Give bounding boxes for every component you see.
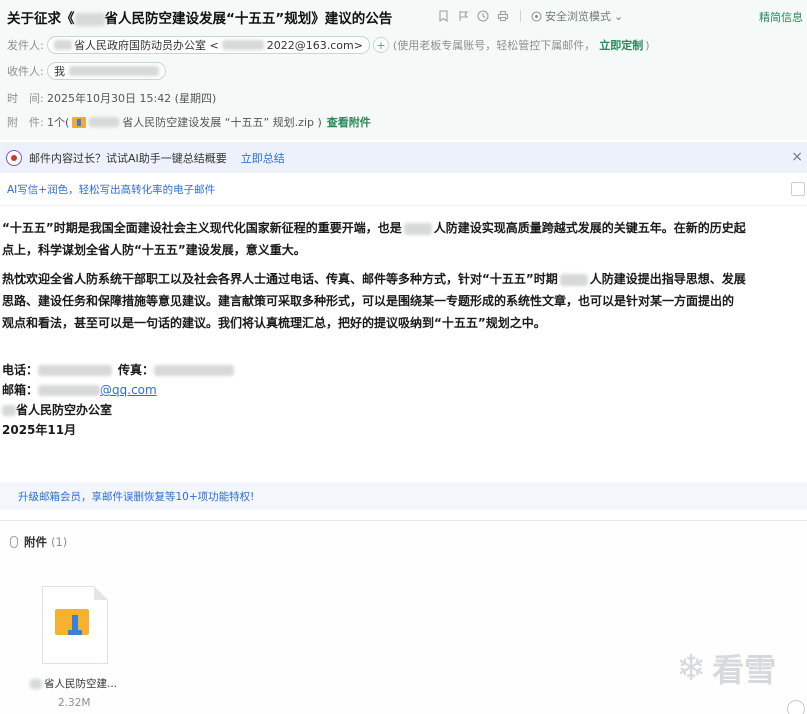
fax-label: 传真： xyxy=(118,363,155,377)
attachment-name[interactable]: 省人民防空建... xyxy=(30,676,117,691)
attach-label: 附 件: xyxy=(7,116,44,129)
attachment-card[interactable] xyxy=(42,586,108,664)
print-icon[interactable] xyxy=(496,9,510,23)
expand-icon[interactable] xyxy=(791,182,805,196)
shield-icon xyxy=(531,11,542,21)
summarize-now-link[interactable]: 立即总结 xyxy=(241,150,285,166)
zip-folder-icon-base xyxy=(68,630,82,635)
time-label: 时 间: xyxy=(7,92,44,105)
sender-email: 2022@163.com> xyxy=(266,38,363,52)
clock-icon[interactable] xyxy=(476,9,490,23)
redacted-region xyxy=(2,404,16,416)
org-row: 省人民防空办公室 xyxy=(2,400,234,420)
add-contact-button[interactable]: + xyxy=(372,37,389,53)
from-row: 发件人: 省人民政府国防动员办公室 <2022@163.com> + (使用老板… xyxy=(7,36,650,54)
contact-info: 电话： 传真： 邮箱： @qq.com 省人民防空办公室 2025年11月 xyxy=(2,360,235,440)
ai-write-bar: AI写信+润色，轻松写出高转化率的电子邮件 xyxy=(0,173,807,206)
simplified-info-toggle[interactable]: 精简信息 xyxy=(759,9,803,25)
redacted-region xyxy=(154,364,235,376)
time-row: 时 间: 2025年10月30日 15:42 (星期四) xyxy=(7,90,216,106)
time-value: 2025年10月30日 15:42 (星期四) xyxy=(47,92,217,105)
bookmark-icon[interactable] xyxy=(436,9,450,23)
paragraph-2: 热忱欢迎全省人防系统干部职工以及社会各界人士通过电话、传真、邮件等多种方式，针对… xyxy=(2,268,807,334)
attachment-size: 2.32M xyxy=(58,697,91,709)
body-text: 点上，科学谋划全省人防“十五五”建设发展，意义重大。 xyxy=(2,243,306,257)
flag-icon[interactable] xyxy=(456,9,470,23)
attachment-name-text: 省人民防空建... xyxy=(44,678,118,690)
mail-header: 关于征求《 省人民防空建设发展“十五五”规划》建议的公告 安全浏览模式 ⌄ 精简信… xyxy=(0,0,807,139)
redacted-region xyxy=(38,384,101,396)
attachments-title: 附件 xyxy=(24,535,47,549)
snowflake-icon: ❄ xyxy=(676,647,707,689)
zip-file-icon xyxy=(72,116,87,128)
watermark-text: 看雪 xyxy=(712,651,777,689)
from-label: 发件人: xyxy=(7,39,44,52)
redacted-region xyxy=(74,12,105,26)
recipient-chip[interactable]: 我 xyxy=(47,62,166,80)
attachments-count: (1) xyxy=(51,535,68,549)
from-note-end: ) xyxy=(645,38,650,52)
to-label: 收件人: xyxy=(7,65,44,78)
paperclip-icon xyxy=(10,536,18,548)
redacted-region xyxy=(559,273,588,286)
redacted-region xyxy=(38,364,113,376)
to-row: 收件人: 我 xyxy=(7,62,166,80)
body-text: 人防建设提出指导思想、发展 xyxy=(589,272,746,286)
attach-filename[interactable]: 省人民防空建设发展 “十五五” 规划.zip ) xyxy=(122,114,322,130)
safe-mode-dropdown[interactable]: 安全浏览模式 ⌄ xyxy=(531,8,623,24)
email-link[interactable]: @qq.com xyxy=(100,380,157,400)
zip-folder-icon-stripe xyxy=(72,615,78,631)
phone-fax-row: 电话： 传真： xyxy=(2,360,235,380)
attach-row: 附 件: 1个( 省人民防空建设发展 “十五五” 规划.zip ) 查看附件 xyxy=(7,114,371,130)
upgrade-link[interactable]: 升级邮箱会员，享邮件误删恢复等10+项功能特权! xyxy=(18,489,254,504)
chevron-down-icon: ⌄ xyxy=(614,9,624,23)
subject-toolbar: 安全浏览模式 ⌄ xyxy=(436,8,623,24)
email-row: 邮箱： @qq.com xyxy=(2,380,234,400)
safe-mode-label: 安全浏览模式 xyxy=(545,10,611,23)
signature-date: 2025年11月 xyxy=(2,423,77,437)
body-text: 人防建设实现高质量跨越式发展的关键五年。在新的历史起 xyxy=(433,221,746,235)
ai-summary-text: 邮件内容过长？试试AI助手一键总结概要 xyxy=(29,151,227,165)
org-name: 省人民防空办公室 xyxy=(16,403,113,417)
attachments-header: 附件 (1) xyxy=(10,534,67,550)
ai-assistant-icon xyxy=(6,149,22,166)
mail-subject: 关于征求《 省人民防空建设发展“十五五”规划》建议的公告 xyxy=(7,7,392,27)
redacted-region xyxy=(69,66,159,76)
customize-link[interactable]: 立即定制 xyxy=(599,37,643,53)
redacted-region xyxy=(89,117,120,127)
body-text: 热忱欢迎全省人防系统干部职工以及社会各界人士通过电话、传真、邮件等多种方式，针对… xyxy=(2,272,558,286)
paragraph-1: “十五五”时期是我国全面建设社会主义现代化国家新征程的重要开端，也是 人防建设实现… xyxy=(2,217,807,261)
redacted-region xyxy=(54,40,72,50)
redacted-region xyxy=(30,678,42,689)
subject-suffix: 省人民防空建设发展“十五五”规划》建议的公告 xyxy=(104,11,393,27)
ai-write-link[interactable]: AI写信+润色，轻松写出高转化率的电子邮件 xyxy=(7,182,215,197)
phone-label: 电话： xyxy=(2,363,39,377)
scroll-top-button[interactable] xyxy=(787,700,805,714)
body-text: “十五五”时期是我国全面建设社会主义现代化国家新征程的重要开端，也是 xyxy=(2,221,402,235)
attach-count: 1个( xyxy=(47,116,70,129)
view-attachments-link[interactable]: 查看附件 xyxy=(327,114,371,130)
body-text: 思路、建设任务和保障措施等意见建议。建言献策可采取多种形式，可以是围绕某一专题形… xyxy=(2,294,735,308)
from-note: (使用老板专属账号，轻松管控下属邮件， xyxy=(392,39,596,52)
mail-body: “十五五”时期是我国全面建设社会主义现代化国家新征程的重要开端，也是 人防建设实现… xyxy=(2,217,807,341)
email-label: 邮箱： xyxy=(2,383,39,397)
divider xyxy=(520,10,521,22)
date-row: 2025年11月 xyxy=(2,420,234,440)
close-icon[interactable]: × xyxy=(791,149,803,165)
recipient-name: 我 xyxy=(54,65,65,78)
sender-chip[interactable]: 省人民政府国防动员办公室 <2022@163.com> xyxy=(47,36,370,54)
redacted-region xyxy=(403,222,432,235)
body-text: 观点和看法，甚至可以是一句话的建议。我们将认真梳理汇总，把好的提议吸纳到“十五五… xyxy=(2,316,546,330)
subject-prefix: 关于征求《 xyxy=(7,11,75,27)
sender-name: 省人民政府国防动员办公室 xyxy=(74,39,206,52)
upgrade-banner: 升级邮箱会员，享邮件误删恢复等10+项功能特权! xyxy=(0,482,807,510)
ai-summary-bar: 邮件内容过长？试试AI助手一键总结概要 立即总结 × xyxy=(0,142,807,173)
redacted-region xyxy=(221,40,264,50)
watermark: ❄ 看雪 xyxy=(676,645,776,691)
